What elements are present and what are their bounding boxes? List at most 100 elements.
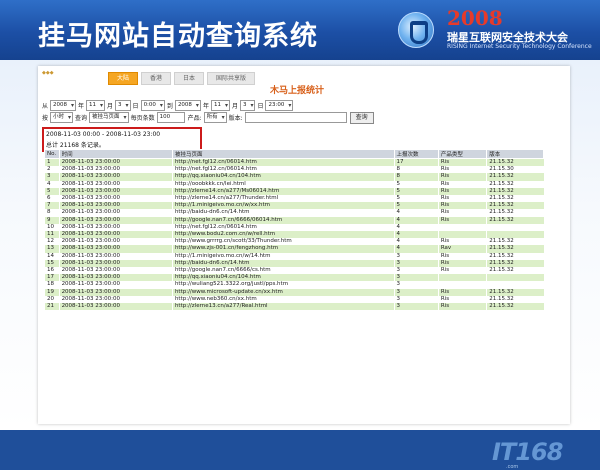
product-select[interactable]: 所有	[203, 112, 227, 123]
from-time-select[interactable]: 0:00	[140, 100, 165, 111]
table-row[interactable]: 10 2008-11-03 23:00:00 http://net.fgl12.cn…	[44, 223, 544, 232]
cell-page[interactable]: http://net.fgl12.cn/06014.htm	[171, 223, 395, 232]
table-row[interactable]: 11 2008-11-03 23:00:00 http://www.bodu2.co…	[44, 231, 544, 239]
cell-page[interactable]: http://zlerne14.cn/a277/Thunder.html	[171, 195, 395, 203]
cell-page[interactable]: http://www.neb360.cn/xx.htm	[171, 295, 395, 304]
version-input[interactable]	[244, 112, 347, 123]
field-select[interactable]: 被挂马页面	[89, 112, 129, 123]
table-row[interactable]: 14 2008-11-03 23:00:00 http://1.minigeivo.…	[44, 252, 544, 260]
table-row[interactable]: 7 2008-11-03 23:00:00 http://1.minigeivo.m…	[44, 202, 544, 210]
cell-version	[486, 274, 544, 282]
cell-page[interactable]: http://google.nan7.cn/6666/06014.htm	[171, 216, 395, 224]
col-count[interactable]: 上报次数	[393, 149, 439, 159]
from-month-select[interactable]: 11	[86, 100, 106, 111]
cell-page[interactable]: http://baidu-dn6.cn/14.htm	[171, 259, 395, 268]
search-button[interactable]: 查询	[349, 111, 374, 124]
cell-count: 3	[393, 303, 439, 311]
cell-page[interactable]: http://1.minigeivo.mo.cn/w/14.htm	[171, 252, 395, 260]
table-row[interactable]: 4 2008-11-03 23:00:00 http://ooobkkk.cn/le…	[44, 180, 544, 188]
cell-version	[486, 231, 544, 239]
col-no[interactable]: No.	[44, 149, 60, 159]
cell-page[interactable]: http://1.minigeivo.mo.cn/w/xx.htm	[171, 202, 395, 210]
cell-page[interactable]: http://www.microsoft-update.cn/xx.htm	[171, 288, 395, 296]
cell-product-type: Ris	[437, 216, 487, 224]
tab-international[interactable]: 国际共享版	[207, 72, 256, 85]
to-month-select[interactable]: 11	[210, 100, 230, 111]
tab-hongkong[interactable]: 香港	[141, 72, 172, 85]
cell-page[interactable]: http://zlerne14.cn/a277/Ms06014.htm	[171, 187, 395, 196]
watermark-logo: IT168	[492, 438, 563, 466]
table-row[interactable]: 8 2008-11-03 23:00:00 http://baidu-dn6.cn/…	[44, 209, 544, 217]
cell-page[interactable]: http://www.bodu2.com.cn/w/rell.htm	[171, 231, 395, 239]
cell-version	[486, 223, 544, 232]
from-year-select[interactable]: 2008	[50, 100, 77, 111]
cell-version: 21.15.32	[486, 187, 544, 196]
col-time[interactable]: 时间	[58, 149, 173, 159]
table-header-row: No. 时间 被挂马页面 上报次数 产品类型 版本	[44, 149, 544, 159]
tab-japan[interactable]: 日本	[174, 72, 205, 85]
table-row[interactable]: 19 2008-11-03 23:00:00 http://www.microsof…	[44, 288, 544, 296]
cell-no: 15	[44, 259, 60, 268]
table-row[interactable]: 2 2008-11-03 23:00:00 http://net.fgl12.cn/…	[44, 166, 544, 174]
table-row[interactable]: 9 2008-11-03 23:00:00 http://google.nan7.c…	[44, 216, 544, 224]
col-product-type[interactable]: 产品类型	[437, 149, 488, 159]
cell-no: 1	[44, 158, 60, 167]
tab-mainland[interactable]: 大陆	[108, 72, 139, 85]
cell-product-type: Ris	[437, 238, 487, 246]
cell-page[interactable]: http://net.fgl12.cn/06014.htm	[171, 158, 395, 167]
table-row[interactable]: 16 2008-11-03 23:00:00 http://google.nan7.…	[44, 267, 544, 275]
version-label: 版本:	[228, 115, 243, 122]
day-unit: 日	[132, 103, 139, 110]
table-row[interactable]: 13 2008-11-03 23:00:00 http://www.zjs-001.…	[44, 245, 544, 253]
table-row[interactable]: 5 2008-11-03 23:00:00 http://zlerne14.cn/a…	[44, 187, 544, 196]
cell-product-type: Ris	[437, 202, 487, 210]
cell-no: 11	[44, 231, 60, 239]
cell-page[interactable]: http://google.nan7.cn/6666/cs.htm	[171, 267, 395, 275]
cell-page[interactable]: http://ooobkkk.cn/lei.html	[171, 180, 395, 188]
cell-no: 19	[44, 288, 60, 296]
from-day-select[interactable]: 3	[115, 100, 131, 111]
cell-count: 5	[393, 202, 439, 210]
cell-product-type: Ris	[437, 295, 487, 304]
cell-time: 2008-11-03 23:00:00	[58, 180, 173, 188]
table-row[interactable]: 1 2008-11-03 23:00:00 http://net.fgl12.cn/…	[44, 158, 544, 167]
cell-page[interactable]: http://baidu-dn6.cn/14.htm	[171, 209, 395, 217]
cell-page[interactable]: http://net.fgl12.cn/06014.htm	[171, 166, 395, 174]
to-time-select[interactable]: 23:00	[265, 100, 294, 111]
cell-page[interactable]: http://qq.xiaoniu04.cn/104.htm	[171, 173, 395, 181]
to-year-select[interactable]: 2008	[174, 100, 201, 111]
unit-select[interactable]: 小时	[50, 112, 74, 123]
cell-time: 2008-11-03 23:00:00	[58, 195, 173, 203]
table-row[interactable]: 12 2008-11-03 23:00:00 http://www.grrrrg.c…	[44, 238, 544, 246]
cell-page[interactable]: http://qq.xiaoniu04.cn/104.htm	[171, 274, 395, 282]
table-row[interactable]: 17 2008-11-03 23:00:00 http://qq.xiaoniu04…	[44, 274, 544, 282]
table-row[interactable]: 20 2008-11-03 23:00:00 http://www.neb360.c…	[44, 295, 544, 304]
table-row[interactable]: 6 2008-11-03 23:00:00 http://zlerne14.cn/a…	[44, 195, 544, 203]
cell-product-type: Ris	[437, 303, 487, 311]
cell-page[interactable]: http://wuliang521.3322.org/justl/pps.htm	[171, 281, 395, 289]
cell-no: 10	[44, 223, 60, 232]
cell-product-type: Ris	[437, 195, 487, 203]
cell-page[interactable]: http://www.zjs-001.cn/fengzhong.htm	[171, 245, 395, 253]
cell-time: 2008-11-03 23:00:00	[58, 231, 173, 239]
cell-page[interactable]: http://zlerne13.cn/a277/Real.html	[171, 303, 395, 311]
table-row[interactable]: 15 2008-11-03 23:00:00 http://baidu-dn6.cn…	[44, 259, 544, 268]
table-row[interactable]: 3 2008-11-03 23:00:00 http://qq.xiaoniu04.…	[44, 173, 544, 181]
cell-page[interactable]: http://www.grrrrg.cn/scott/33/Thunder.ht…	[171, 238, 395, 246]
cell-version: 21.15.32	[486, 202, 544, 210]
to-day-select[interactable]: 3	[239, 100, 256, 111]
month-unit: 月	[231, 103, 238, 110]
table-row[interactable]: 21 2008-11-03 23:00:00 http://zlerne13.cn/…	[44, 303, 544, 311]
product-label: 产品:	[187, 115, 202, 122]
cell-product-type: Ris	[437, 259, 487, 268]
watermark-sub: .com	[506, 464, 519, 470]
cell-count: 17	[393, 158, 439, 167]
cell-time: 2008-11-03 23:00:00	[58, 274, 173, 282]
per-page-input[interactable]: 100	[156, 112, 185, 123]
filter-form: 从 2008 年 11 月 3 日 0:00 到 2008 年 11 月 3 日…	[42, 100, 564, 124]
col-page[interactable]: 被挂马页面	[171, 149, 395, 159]
cell-time: 2008-11-03 23:00:00	[58, 288, 173, 296]
table-row[interactable]: 18 2008-11-03 23:00:00 http://wuliang521.3…	[44, 281, 544, 289]
col-version[interactable]: 版本	[486, 149, 544, 159]
cell-no: 7	[44, 202, 60, 210]
